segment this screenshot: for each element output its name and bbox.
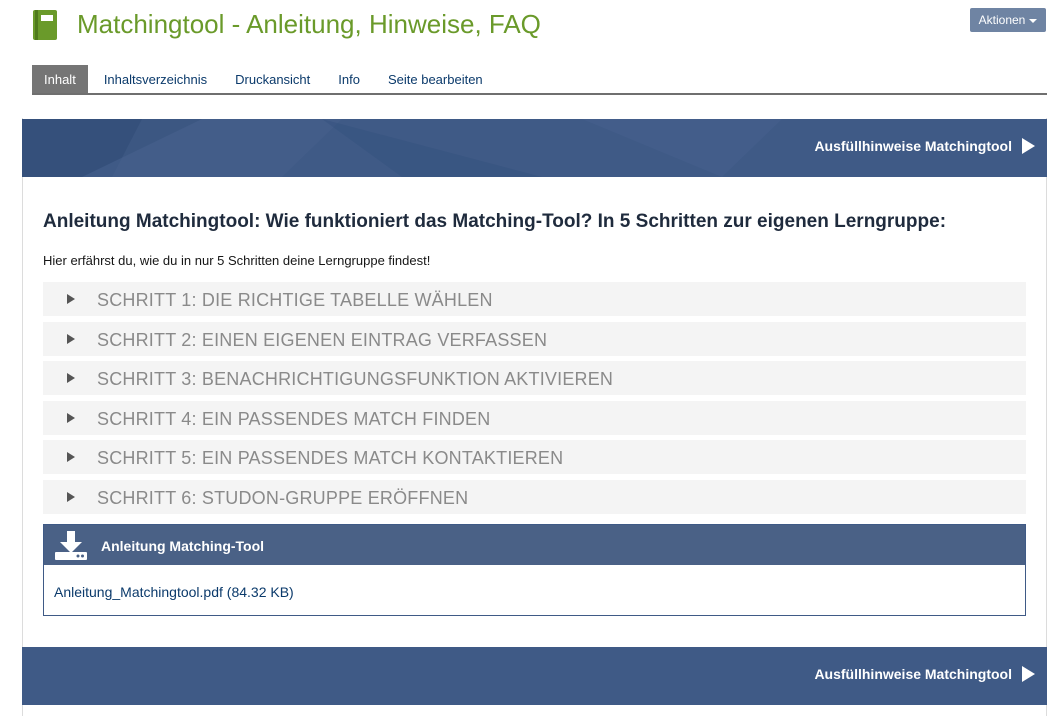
play-icon (1022, 666, 1035, 682)
actions-dropdown-button[interactable]: Aktionen (970, 8, 1046, 32)
accordion-step-6[interactable]: Schritt 6: StudOn-Gruppe eröffnen (43, 479, 1026, 514)
steps-accordion: Schritt 1: Die richtige Tabelle wählen S… (43, 282, 1026, 520)
accordion-step-1[interactable]: Schritt 1: Die richtige Tabelle wählen (43, 282, 1026, 316)
tab-bar: Inhalt Inhaltsverzeichnis Druckansicht I… (32, 65, 1047, 95)
download-file-link[interactable]: Anleitung_Matchingtool.pdf (84.32 KB) (54, 584, 294, 600)
tab-druckansicht[interactable]: Druckansicht (219, 65, 322, 93)
intro-text: Hier erfährst du, wie du in nur 5 Schrit… (43, 253, 431, 268)
tab-inhaltsverzeichnis[interactable]: Inhaltsverzeichnis (88, 65, 219, 93)
accordion-step-2[interactable]: Schritt 2: Einen eigenen Eintrag verfass… (43, 321, 1026, 356)
triangle-right-icon (67, 294, 75, 304)
download-title: Anleitung Matching-Tool (101, 538, 265, 554)
caret-down-icon (1029, 18, 1038, 23)
tab-seite-bearbeiten[interactable]: Seite bearbeiten (372, 65, 495, 93)
accordion-step-5[interactable]: Schritt 5: Ein passendes Match kontaktie… (43, 440, 1026, 475)
page-header: Matchingtool - Anleitung, Hinweise, FAQ … (0, 0, 1055, 60)
book-icon (33, 10, 57, 40)
triangle-right-icon (67, 452, 75, 463)
banner-link-bottom[interactable]: Ausfüllhinweise Matchingtool (814, 666, 1035, 682)
accordion-step-3[interactable]: Schritt 3: Benachrichtigungsfunktion akt… (43, 361, 1026, 396)
tab-inhalt[interactable]: Inhalt (32, 65, 88, 93)
banner-link-top[interactable]: Ausfüllhinweise Matchingtool (814, 138, 1035, 154)
download-header: Anleitung Matching-Tool (44, 525, 1025, 565)
banner-link-label: Ausfüllhinweise Matchingtool (814, 138, 1012, 154)
tab-info[interactable]: Info (322, 65, 372, 93)
accordion-step-4[interactable]: Schritt 4: Ein passendes Match finden (43, 400, 1026, 435)
triangle-right-icon (67, 373, 75, 384)
step-label: Schritt 3: Benachrichtigungsfunktion akt… (97, 369, 614, 390)
step-label: Schritt 2: Einen eigenen Eintrag verfass… (97, 329, 548, 350)
download-icon (55, 531, 87, 560)
step-label: Schritt 4: Ein passendes Match finden (97, 408, 491, 429)
step-label: Schritt 5: Ein passendes Match kontaktie… (97, 448, 564, 469)
banner-link-label: Ausfüllhinweise Matchingtool (814, 666, 1012, 682)
page-title: Matchingtool - Anleitung, Hinweise, FAQ (77, 9, 541, 39)
download-box: Anleitung Matching-Tool Anleitung_Matchi… (43, 524, 1026, 616)
triangle-right-icon (67, 491, 75, 502)
banner-top: Ausfüllhinweise Matchingtool (22, 119, 1047, 177)
actions-label: Aktionen (978, 13, 1026, 27)
step-label: Schritt 1: Die richtige Tabelle wählen (97, 290, 493, 310)
section-heading: Anleitung Matchingtool: Wie funktioniert… (43, 211, 947, 232)
triangle-right-icon (67, 412, 75, 423)
triangle-right-icon (67, 333, 75, 344)
step-label: Schritt 6: StudOn-Gruppe eröffnen (97, 487, 469, 508)
banner-bottom: Ausfüllhinweise Matchingtool (22, 647, 1047, 705)
play-icon (1022, 138, 1035, 154)
